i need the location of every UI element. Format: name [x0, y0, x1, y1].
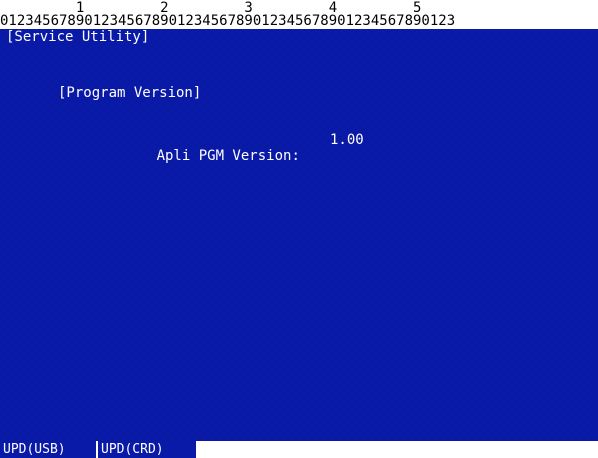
version-row: Apli PGM Version: 1.00 — [106, 132, 364, 196]
version-label: Apli PGM Version: — [156, 148, 300, 164]
lcd-screen: [Service Utility] [Program Version] Apli… — [0, 29, 598, 441]
column-ruler: 1 2 3 4 5 012345678901234567890123456789… — [0, 0, 598, 30]
softkey-bar: UPD(USB) UPD(CRD) — [0, 441, 598, 458]
update-card-button[interactable]: UPD(CRD) — [98, 441, 196, 458]
screen-title: [Service Utility] — [6, 29, 150, 45]
version-value: 1.00 — [330, 132, 364, 148]
ruler-ones: 0123456789012345678901234567890123456789… — [0, 13, 456, 29]
update-usb-button[interactable]: UPD(USB) — [0, 441, 96, 458]
section-heading: [Program Version] — [58, 85, 202, 101]
service-utility-window: 1 2 3 4 5 012345678901234567890123456789… — [0, 0, 598, 458]
